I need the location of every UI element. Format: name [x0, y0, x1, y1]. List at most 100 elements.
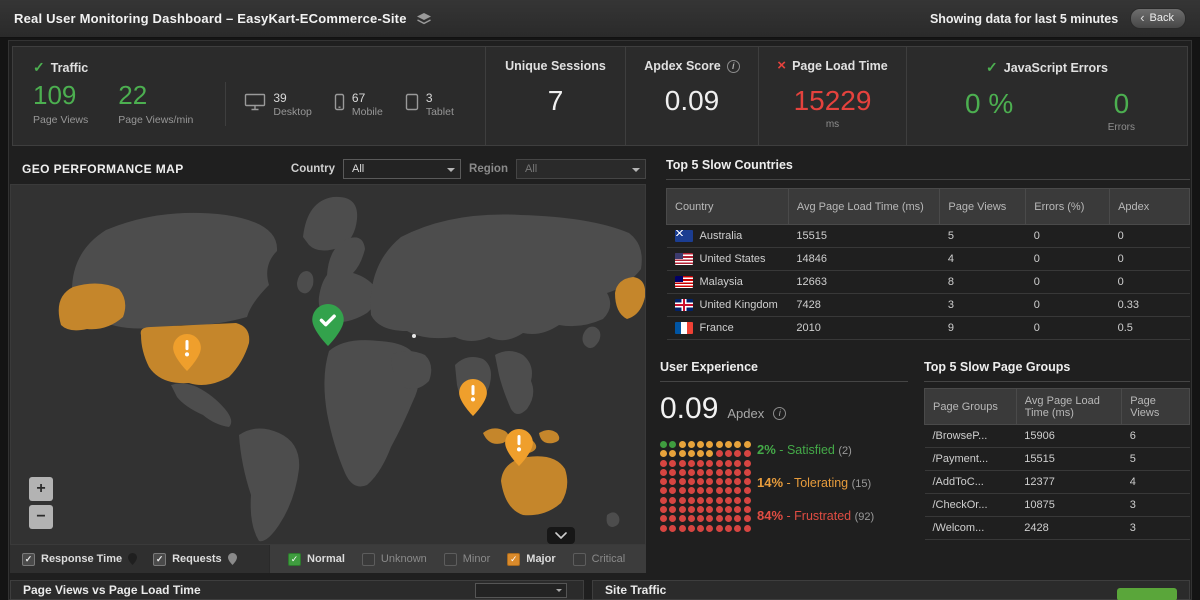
apdex-dot-frustrated — [744, 525, 751, 532]
table-row[interactable]: United Kingdom 7428 3 0 0.33 — [667, 294, 1190, 317]
avg-load-time: 15906 — [1016, 425, 1121, 448]
legend-normal-toggle[interactable]: ✓ Normal — [288, 553, 345, 566]
avg-load-time: 2010 — [788, 317, 940, 340]
table-row[interactable]: Malaysia 12663 8 0 0 — [667, 271, 1190, 294]
map-pin-normal-europe[interactable] — [312, 304, 344, 351]
map-pin-major-united-states[interactable] — [173, 334, 201, 376]
device-tablet: 3 Tablet — [405, 91, 454, 118]
apdex-dot-frustrated — [669, 506, 676, 513]
traffic-ok-icon: ✓ — [33, 59, 45, 76]
slow-page-groups-table: Page Groups Avg Page Load Time (ms) Page… — [924, 388, 1190, 540]
tablet-count: 3 — [426, 91, 454, 105]
page-views-min-value: 22 — [118, 80, 193, 111]
table-row[interactable]: /BrowseP... 15906 6 — [925, 425, 1190, 448]
apdex-dot-grid — [660, 441, 752, 532]
device-desktop: 39 Desktop — [244, 91, 312, 118]
errors-pct: 0 — [1026, 225, 1110, 248]
apdex-dot-frustrated — [679, 515, 686, 522]
bottom-left-select[interactable] — [475, 583, 567, 598]
kpi-page-load-time: × Page Load Time 15229 ms — [758, 47, 906, 145]
apdex-dot-frustrated — [660, 506, 667, 513]
table-row[interactable]: /Welcom... 2428 3 — [925, 517, 1190, 540]
apdex-dot-frustrated — [669, 478, 676, 485]
page-group: /CheckOr... — [925, 494, 1017, 517]
apdex-dot-tolerating — [688, 450, 695, 457]
layers-icon[interactable] — [416, 12, 432, 26]
kpi-apdex-score: Apdex Score i 0.09 — [625, 47, 758, 145]
apdex-dot-frustrated — [716, 487, 723, 494]
apdex-dot-frustrated — [679, 478, 686, 485]
site-traffic-green-button[interactable] — [1117, 588, 1177, 600]
page-load-time-label: Page Load Time — [792, 59, 888, 73]
apdex-dot-tolerating — [706, 441, 713, 448]
errors-pct: 0 — [1026, 271, 1110, 294]
desktop-label: Desktop — [273, 106, 312, 118]
table-row[interactable]: United States 14846 4 0 0 — [667, 248, 1190, 271]
apdex-dot-frustrated — [660, 497, 667, 504]
map-expand-button[interactable] — [547, 527, 575, 544]
apdex-dot-frustrated — [744, 497, 751, 504]
legend-major-label: Major — [526, 553, 555, 565]
back-button[interactable]: ‹ Back — [1130, 8, 1186, 29]
region-select[interactable]: All — [516, 159, 646, 179]
timeframe-label: Showing data for last 5 minutes — [930, 12, 1118, 26]
table-row[interactable]: /Payment... 15515 5 — [925, 448, 1190, 471]
page-views: 5 — [940, 225, 1026, 248]
flag-united-kingdom-icon — [675, 299, 693, 311]
region-filter-label: Region — [469, 163, 508, 175]
js-errors-percent: 0 % — [965, 88, 1013, 133]
apdex-dot-satisfied — [660, 441, 667, 448]
response-time-toggle[interactable]: ✓ Response Time — [22, 553, 137, 566]
map-pin-major-indonesia[interactable] — [505, 429, 533, 471]
legend-satisfied: 2% - Satisfied (2) — [757, 442, 917, 457]
bottom-left-title: Page Views vs Page Load Time — [23, 583, 201, 597]
map-region-uk — [297, 271, 313, 293]
frustrated-count: (92) — [855, 511, 875, 523]
apdex-dot-frustrated — [660, 525, 667, 532]
unique-sessions-value: 7 — [486, 85, 625, 117]
apdex-dot-frustrated — [669, 460, 676, 467]
page-views-min-label: Page Views/min — [118, 114, 193, 126]
table-row[interactable]: /CheckOr... 10875 3 — [925, 494, 1190, 517]
legend-minor-toggle[interactable]: Minor — [444, 553, 491, 566]
apdex-dot-frustrated — [706, 487, 713, 494]
map-region-east-russia[interactable] — [615, 277, 645, 319]
legend-critical-toggle[interactable]: Critical — [573, 553, 626, 566]
checkbox-green-icon: ✓ — [288, 553, 301, 566]
user-experience-title: User Experience — [660, 360, 908, 382]
apdex-dot-frustrated — [688, 487, 695, 494]
page-views: 3 — [1122, 517, 1190, 540]
apdex-dot-frustrated — [716, 469, 723, 476]
apdex: 0 — [1110, 248, 1190, 271]
ux-apdex-value: 0.09 — [660, 392, 718, 426]
apdex-dot-frustrated — [706, 506, 713, 513]
map-region-south-america — [239, 428, 299, 541]
requests-toggle[interactable]: ✓ Requests — [153, 553, 237, 566]
kpi-unique-sessions: Unique Sessions 7 — [485, 47, 625, 145]
apdex-dot-frustrated — [725, 450, 732, 457]
tablet-label: Tablet — [426, 106, 454, 118]
checkbox-orange-icon: ✓ — [507, 553, 520, 566]
table-row[interactable]: Australia 15515 5 0 0 — [667, 225, 1190, 248]
geo-performance-map[interactable]: + − — [10, 184, 646, 545]
apdex-dot-frustrated — [688, 525, 695, 532]
info-icon[interactable]: i — [727, 60, 740, 73]
table-row[interactable]: /AddToC... 12377 4 — [925, 471, 1190, 494]
zoom-in-button[interactable]: + — [29, 477, 53, 501]
page-group: /Payment... — [925, 448, 1017, 471]
apdex-dot-frustrated — [716, 515, 723, 522]
zoom-out-button[interactable]: − — [29, 505, 53, 529]
map-pin-major-india[interactable] — [459, 379, 487, 421]
country-select[interactable]: All — [343, 159, 461, 179]
legend-major-toggle[interactable]: ✓ Major — [507, 553, 555, 566]
apdex-dot-frustrated — [679, 497, 686, 504]
info-icon[interactable]: i — [773, 407, 786, 420]
apdex-dot-frustrated — [688, 478, 695, 485]
apdex-dot-tolerating — [679, 450, 686, 457]
page-views: 8 — [940, 271, 1026, 294]
table-row[interactable]: France 2010 9 0 0.5 — [667, 317, 1190, 340]
legend-unknown-toggle[interactable]: Unknown — [362, 553, 427, 566]
page-group: /BrowseP... — [925, 425, 1017, 448]
apdex-legend: 2% - Satisfied (2) 14% - Tolerating (15)… — [757, 442, 917, 541]
apdex-dot-frustrated — [688, 460, 695, 467]
